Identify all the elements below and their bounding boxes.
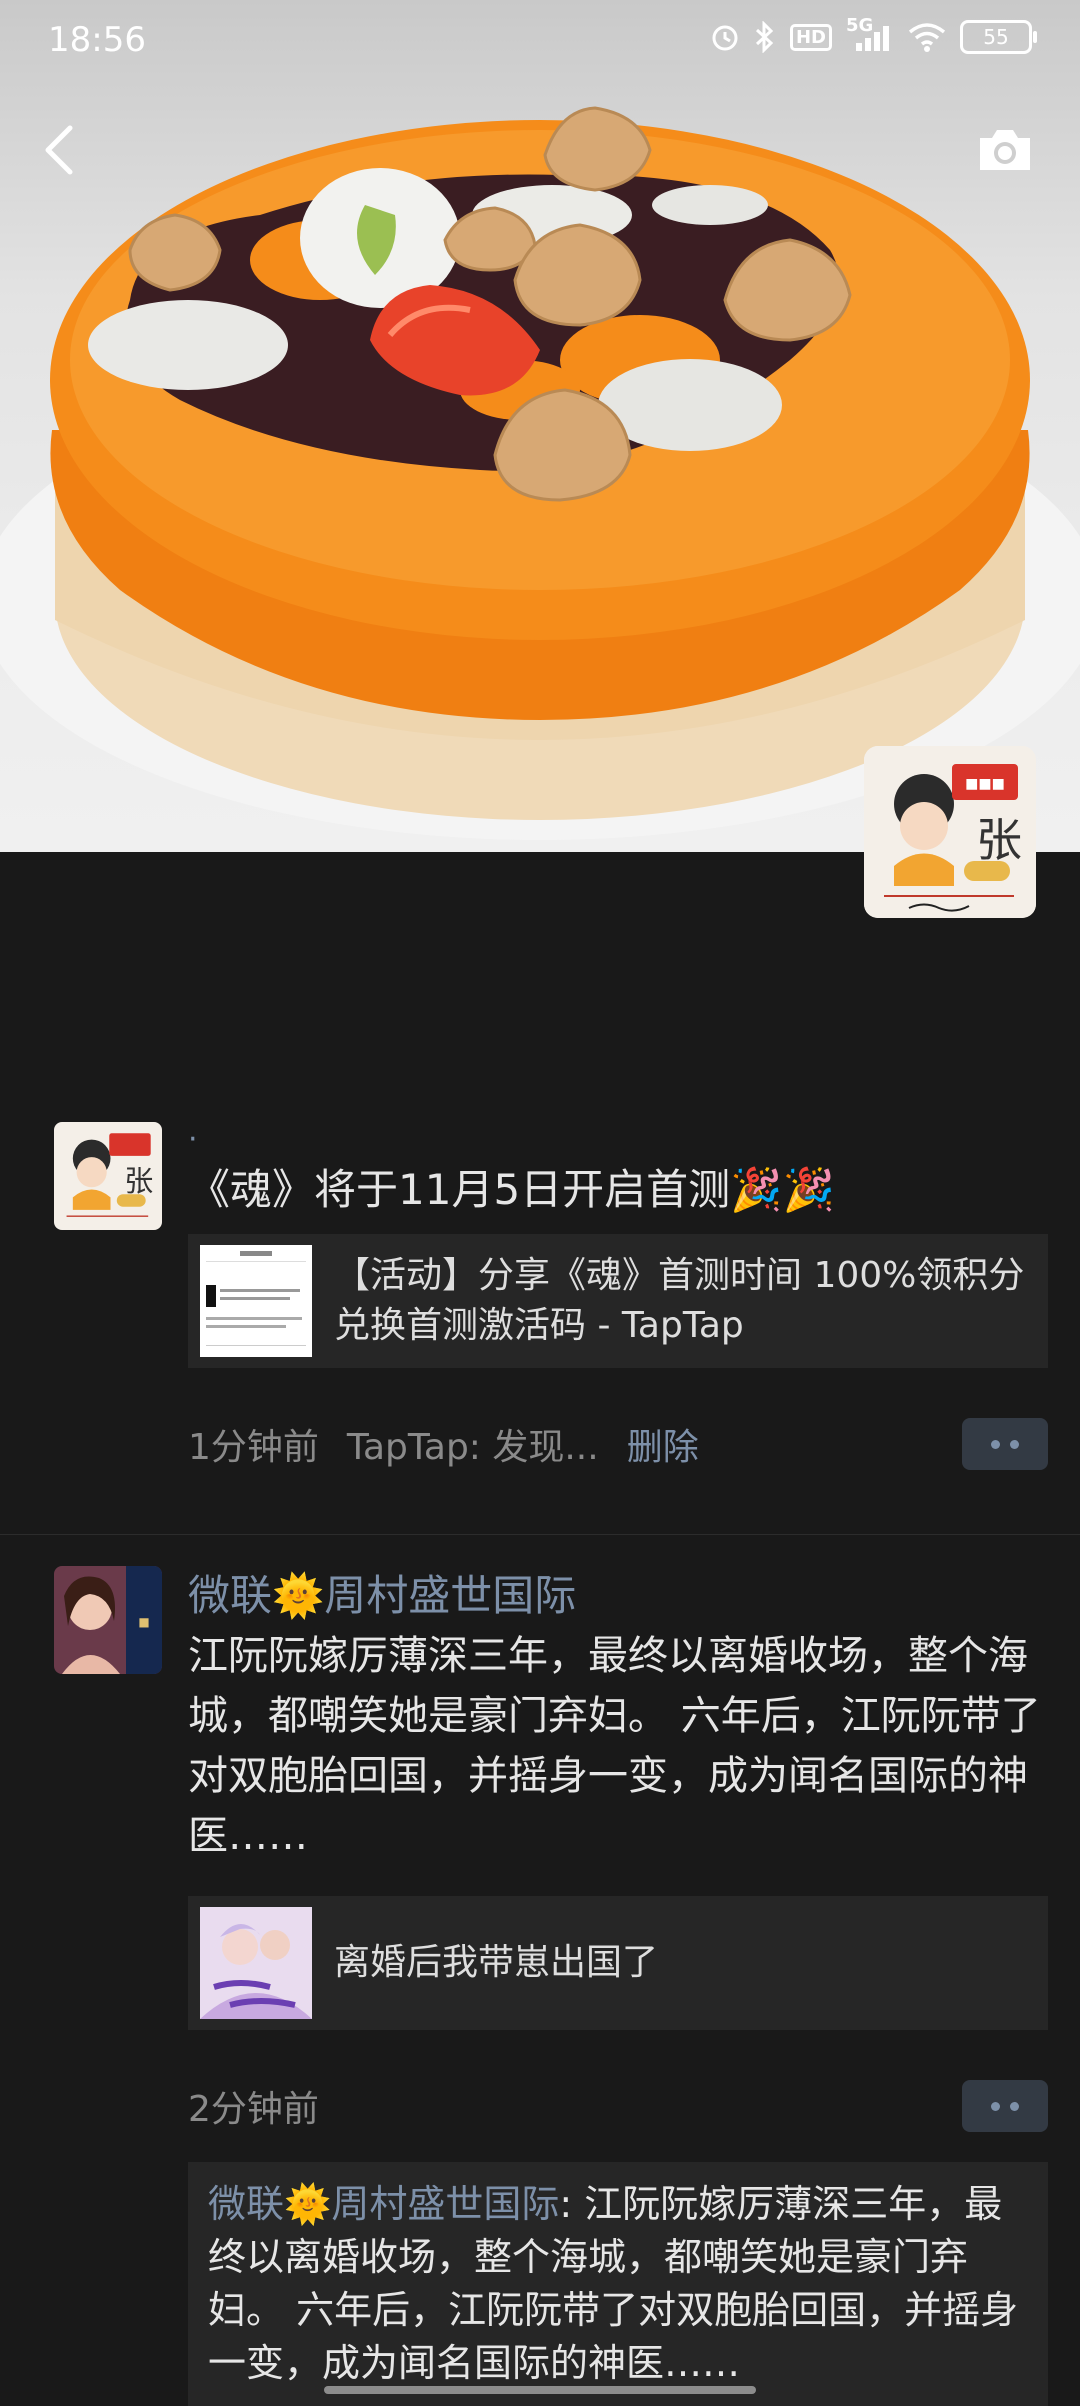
post-meta: 1分钟前 TapTap: 发现... 删除	[188, 1416, 1048, 1472]
post-author[interactable]: ·	[188, 1120, 1048, 1160]
profile-avatar[interactable]: ■■■ 张	[864, 746, 1036, 918]
link-card[interactable]: 离婚后我带崽出国了	[188, 1896, 1048, 2030]
article-thumbnail-image	[200, 1245, 312, 1357]
post-source[interactable]: TapTap: 发现...	[347, 1418, 599, 1470]
svg-text:张: 张	[124, 1164, 153, 1198]
wifi-icon	[908, 23, 946, 52]
status-bar: 18:56 HD 5G 55	[0, 0, 1080, 84]
divider	[0, 1534, 1080, 1535]
camera-button[interactable]	[976, 126, 1034, 174]
comment-author[interactable]: 微联🌞周村盛世国际	[208, 2182, 559, 2226]
avatar-illustration: 张	[54, 1122, 162, 1230]
battery-icon: 55	[960, 20, 1037, 54]
svg-text:■: ■	[138, 1615, 149, 1629]
bluetooth-icon	[755, 21, 774, 53]
more-options-button[interactable]	[962, 2080, 1048, 2132]
moment-post: 张 · 《魂》将于11月5日开启首测🎉🎉 【活动】分享《魂》首测时间 100%领…	[0, 1120, 1080, 1540]
novel-cover-image	[200, 1907, 312, 2019]
back-button[interactable]	[36, 120, 84, 180]
comment-area[interactable]: 微联🌞周村盛世国际: 江阮阮嫁厉薄深三年，最终以离婚收场，整个海城，都嘲笑她是豪…	[188, 2162, 1048, 2406]
post-avatar[interactable]: ■	[54, 1566, 162, 1674]
hd-icon: HD	[789, 23, 832, 51]
delete-button[interactable]: 删除	[627, 1418, 699, 1470]
link-thumbnail	[200, 1245, 312, 1357]
post-avatar[interactable]: 张	[54, 1122, 162, 1230]
post-time: 1分钟前	[188, 1427, 319, 1468]
post-author[interactable]: 微联🌞周村盛世国际	[188, 1566, 1048, 1626]
svg-text:张: 张	[976, 813, 1022, 867]
comment-separator: :	[559, 2182, 585, 2226]
svg-text:■■■: ■■■	[965, 776, 1005, 792]
status-icons: HD 5G 55	[710, 15, 1037, 54]
post-text: 江阮阮嫁厉薄深三年，最终以离婚收场，整个海城，都嘲笑她是豪门弃妇。 六年后，江阮…	[188, 1633, 1041, 1859]
status-time: 18:56	[48, 20, 146, 60]
signal-icon: 5G	[846, 15, 894, 53]
avatar-illustration: ■■■ 张	[864, 746, 1036, 918]
more-options-button[interactable]	[962, 1418, 1048, 1470]
post-meta: 2分钟前	[188, 2078, 1048, 2134]
cover-image[interactable]	[0, 0, 1080, 852]
link-card[interactable]: 【活动】分享《魂》首测时间 100%领积分兑换首测激活码 - TapTap	[188, 1234, 1048, 1368]
avatar-photo: ■	[54, 1566, 162, 1674]
link-title: 离婚后我带崽出国了	[334, 1942, 659, 1983]
home-indicator[interactable]	[324, 2386, 756, 2394]
alarm-icon	[712, 25, 738, 51]
moment-post: ■ 微联🌞周村盛世国际 江阮阮嫁厉薄深三年，最终以离婚收场，整个海城，都嘲笑她是…	[0, 1566, 1080, 2406]
post-text: 《魂》将于11月5日开启首测🎉🎉	[188, 1165, 835, 1214]
link-title: 【活动】分享《魂》首测时间 100%领积分兑换首测激活码 - TapTap	[334, 1255, 1025, 1346]
link-thumbnail	[200, 1907, 312, 2019]
cake-photo	[0, 106, 1080, 840]
post-time: 2分钟前	[188, 2089, 319, 2130]
